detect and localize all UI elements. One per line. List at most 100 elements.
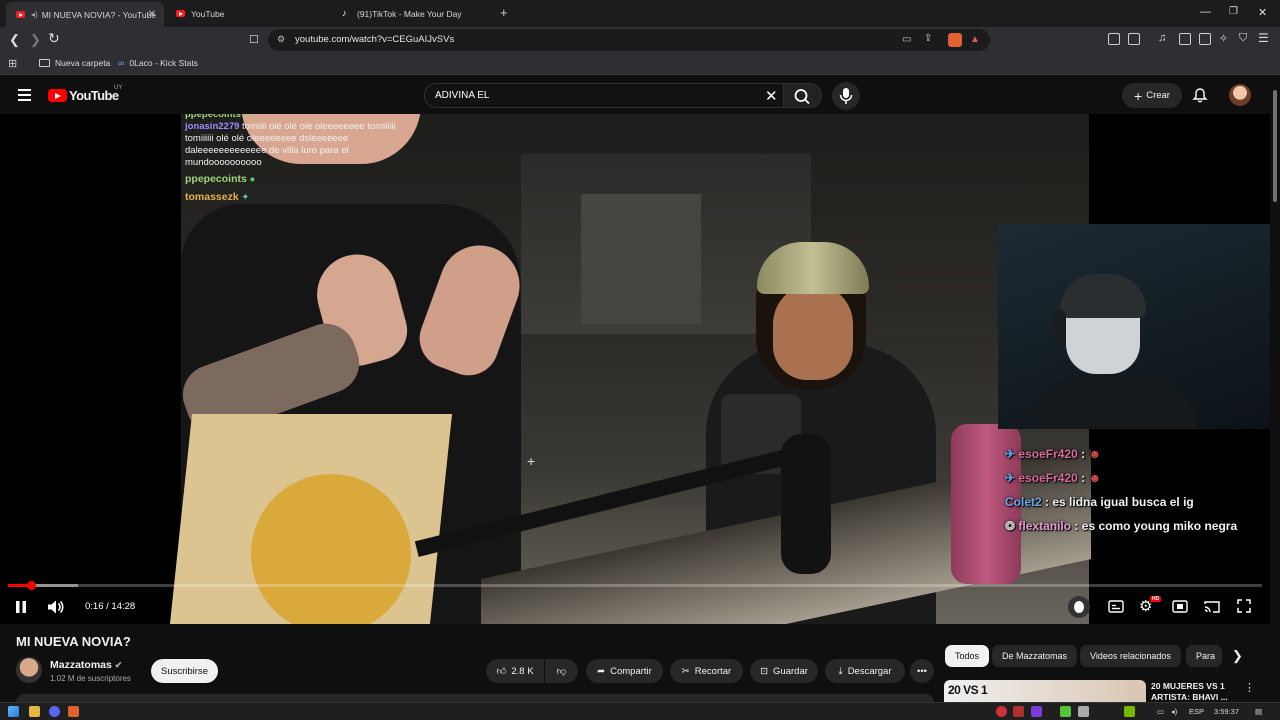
pause-icon[interactable] (14, 600, 28, 614)
wallet-icon[interactable] (1199, 33, 1211, 45)
tray-app-icon[interactable] (1078, 706, 1089, 717)
scrubber-handle[interactable] (27, 581, 37, 590)
more-horizontal-icon: ••• (917, 665, 927, 677)
chat-message: ppepecoints ● (185, 114, 425, 121)
download-button[interactable]: ⤓ Descargar (825, 659, 905, 683)
address-bar[interactable]: ⚙ youtube.com/watch?v=CEGuAIJvSVs ▭ ⇪ ▲ (268, 29, 990, 51)
chat-text: : (1081, 471, 1086, 485)
chip-videos-relacionados[interactable]: Videos relacionados (1080, 645, 1181, 667)
like-button[interactable]: 👍︎ 2.8 K (486, 659, 544, 683)
share-icon[interactable]: ⇪ (924, 33, 932, 44)
clear-search-icon[interactable]: ✕ (765, 87, 778, 105)
extensions-icon[interactable] (1108, 33, 1120, 45)
description-box[interactable] (16, 694, 934, 702)
bookmark-kick-stats[interactable]: ∞ 0Laco - Kick Stats (118, 58, 198, 68)
autoplay-pause-icon (1074, 601, 1084, 613)
discord-icon[interactable] (49, 706, 60, 717)
chip-para[interactable]: Para (1186, 645, 1222, 667)
notifications-bell-icon[interactable] (1192, 87, 1208, 108)
tray-app-icon[interactable] (1060, 706, 1071, 717)
tab-youtube[interactable]: YouTube (166, 0, 332, 27)
cast-icon[interactable]: ▭ (902, 34, 911, 45)
windows-start-icon[interactable] (8, 706, 19, 717)
miniplayer-icon[interactable] (1172, 600, 1188, 613)
sidebar-icon[interactable] (1179, 33, 1191, 45)
tab-mi-nueva-novia[interactable]: ◂) MI NUEVA NOVIA? - YouTube ✕ (6, 2, 164, 27)
chip-de-mazzatomas[interactable]: De Mazzatomas (992, 645, 1078, 667)
youtube-logo[interactable]: YouTube (48, 88, 119, 103)
clock[interactable]: 3:59:37 (1214, 707, 1239, 716)
clip-button[interactable]: ✂ Recortar (670, 659, 743, 683)
chip-todos[interactable]: Todos (945, 645, 990, 667)
channel-avatar[interactable] (16, 657, 42, 683)
menu-icon[interactable]: ☰ (1258, 31, 1269, 45)
video-player[interactable]: ppepecoints ● jonasin2279 tomiiii olé ol… (0, 114, 1270, 624)
badge-icon: ✈ (1005, 447, 1016, 461)
back-icon[interactable]: ❮ (9, 32, 20, 48)
chevron-right-icon[interactable]: ❯ (1232, 648, 1243, 664)
related-video-thumbnail[interactable]: 20 VS 1 (944, 680, 1146, 702)
plus-icon: + (1134, 87, 1143, 104)
leo-ai-icon[interactable]: ✧ (1219, 32, 1228, 45)
forward-icon[interactable]: ❯ (30, 32, 41, 48)
new-tab-button[interactable]: + (500, 5, 508, 20)
network-icon[interactable]: ▭ (1157, 707, 1164, 716)
language-indicator[interactable]: ESP (1189, 707, 1204, 716)
youtube-favicon-icon (16, 11, 25, 18)
tray-app-icon[interactable] (1013, 706, 1024, 717)
related-video-title[interactable]: 20 MUJERES VS 1 ARTISTA: BHAVI ... (1151, 681, 1241, 702)
create-button[interactable]: + Crear (1122, 83, 1182, 108)
save-button[interactable]: ⊡ Guardar (750, 659, 818, 683)
search-button[interactable] (784, 83, 822, 108)
page-scrollbar[interactable] (1270, 76, 1280, 703)
brave-shields-icon[interactable] (948, 33, 962, 47)
share-button[interactable]: ➦ Compartir (586, 659, 663, 683)
speaker-icon[interactable]: ◂) (1171, 707, 1177, 716)
mute-tab-icon[interactable]: ◂) (31, 10, 38, 19)
autoplay-toggle[interactable] (1068, 596, 1090, 618)
brave-rewards-icon[interactable]: ▲ (970, 34, 980, 45)
tab-tiktok[interactable]: ♪ (91)TikTok - Make Your Day (332, 0, 496, 27)
vpn-icon[interactable]: ⛉ (1239, 32, 1247, 45)
streamer-webcam (998, 224, 1270, 429)
tray-app-icon[interactable] (1031, 706, 1042, 717)
channel-name[interactable]: Mazzatomas ✔ (50, 659, 122, 671)
restore-icon[interactable]: ❐ (1229, 6, 1238, 17)
scrollbar-thumb[interactable] (1273, 90, 1277, 202)
bookmark-nueva-carpeta[interactable]: Nueva carpeta (39, 58, 110, 68)
site-info-icon[interactable]: ⚙ (277, 34, 285, 45)
save-label: Guardar (773, 665, 808, 677)
chat-message: ❂ flextanilo : es como young miko negra (1005, 514, 1270, 538)
time-display: 0:16 / 14:28 (85, 601, 136, 612)
music-icon[interactable]: ♫ (1158, 32, 1166, 44)
player-controls: 0:16 / 14:28 ⚙ HD (0, 592, 1270, 622)
subscribe-button[interactable]: Suscribirse (151, 659, 218, 683)
voice-search-button[interactable] (832, 82, 860, 110)
close-window-icon[interactable]: ✕ (1258, 6, 1267, 19)
nvidia-icon[interactable] (1124, 706, 1135, 717)
volume-icon[interactable] (47, 599, 65, 615)
file-explorer-icon[interactable] (29, 706, 40, 717)
chat-message: jonasin2279 tomiiii olé olé olé oleeeeee… (185, 121, 425, 169)
more-actions-button[interactable]: ••• (910, 659, 934, 683)
more-vertical-icon[interactable]: ⋮ (1244, 681, 1255, 694)
notifications-icon[interactable]: ▤ (1255, 707, 1262, 716)
tiktok-favicon-icon: ♪ (342, 8, 347, 18)
subtitles-icon[interactable] (1108, 600, 1124, 613)
dislike-button[interactable]: 👎︎ (545, 659, 578, 683)
progress-bar[interactable] (8, 581, 1262, 590)
apps-grid-icon[interactable]: ⊞ (8, 57, 17, 70)
close-tab-icon[interactable]: ✕ (148, 9, 156, 20)
minimize-icon[interactable]: — (1200, 6, 1211, 18)
screenshot-icon[interactable] (1128, 33, 1140, 45)
brave-browser-icon[interactable] (68, 706, 79, 717)
search-input[interactable]: ADIVINA EL ✕ (424, 83, 784, 108)
cast-icon[interactable] (1204, 600, 1220, 613)
account-avatar[interactable] (1229, 84, 1251, 106)
fullscreen-icon[interactable] (1237, 599, 1251, 613)
bookmark-icon[interactable]: ☐ (249, 33, 259, 46)
tray-app-icon[interactable] (996, 706, 1007, 717)
logo-text: YouTube (69, 88, 119, 103)
reload-icon[interactable]: ↻ (48, 30, 60, 47)
windows-taskbar: ▭ ◂) ESP 3:59:37 ▤ (0, 702, 1280, 720)
